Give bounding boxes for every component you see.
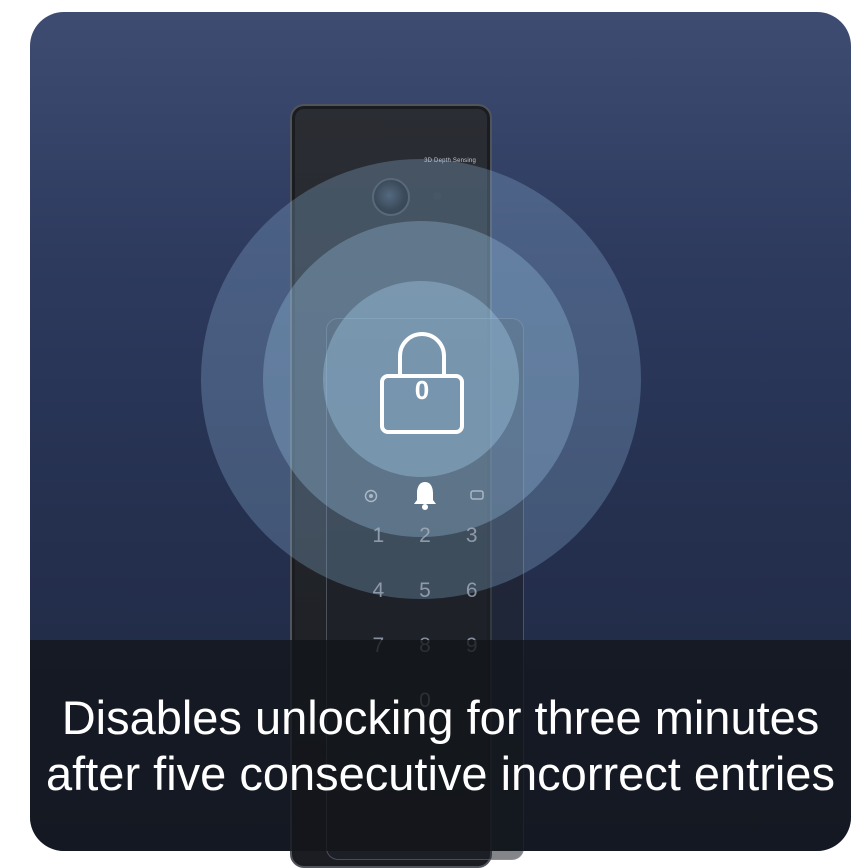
key-5: 5 (419, 579, 431, 602)
key-4: 4 (372, 579, 385, 602)
key-2: 2 (419, 524, 431, 547)
fingerprint-icon (364, 489, 378, 503)
bell-icon (414, 482, 436, 510)
keypad-function-row (360, 480, 490, 510)
key-6: 6 (465, 579, 478, 602)
key-3: 3 (465, 524, 478, 547)
caption-overlay: Disables unlocking for three minutes aft… (30, 640, 851, 851)
key-1: 1 (372, 524, 385, 547)
feature-caption: Disables unlocking for three minutes aft… (46, 690, 835, 800)
lock-counter-digit: 0 (414, 375, 430, 405)
card-reader-icon (470, 490, 484, 500)
